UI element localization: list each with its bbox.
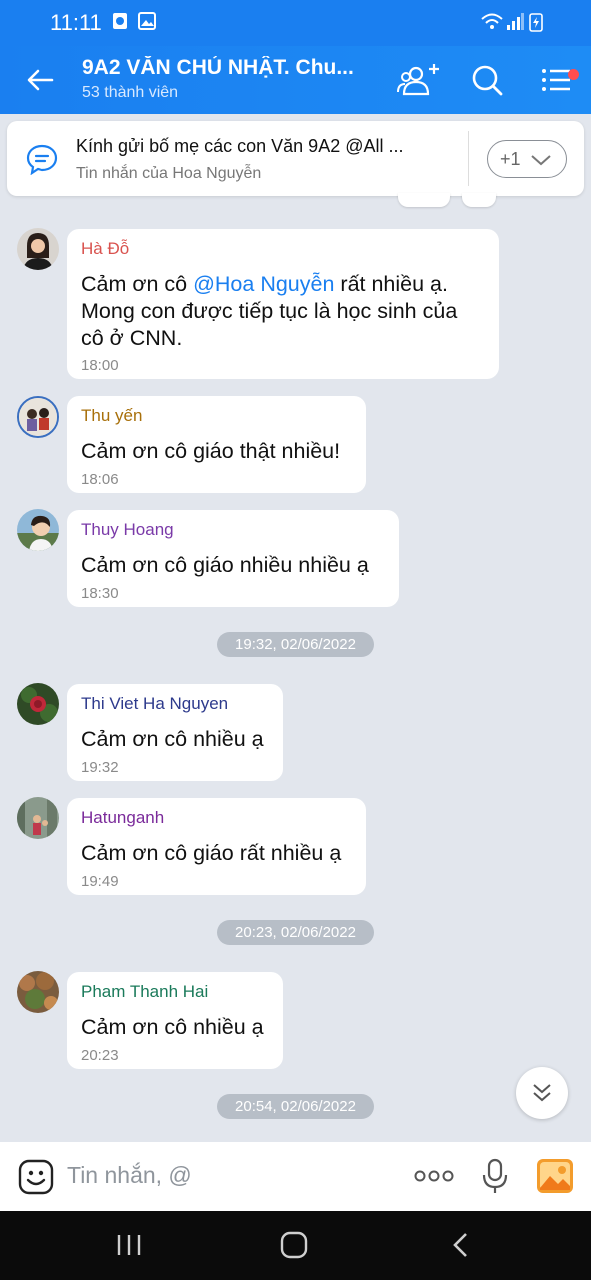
status-time: 11:11	[50, 10, 102, 35]
recent-apps-icon[interactable]	[115, 1231, 143, 1259]
date-separator: 19:32, 02/06/2022	[217, 632, 374, 657]
gallery-notification-icon	[138, 12, 156, 30]
message-text-part: rất nhiều ạ.	[334, 272, 448, 296]
group-title[interactable]: 9A2 VĂN CHỦ NHẬT. Chu...	[82, 56, 367, 80]
date-separator: 20:23, 02/06/2022	[217, 920, 374, 945]
message-bubble[interactable]: Thuy Hoang Cảm ơn cô giáo nhiều nhiều ạ …	[67, 510, 399, 607]
mention-link[interactable]: @Hoa Nguyễn	[193, 272, 334, 296]
avatar-image	[17, 797, 59, 839]
pinned-title: Kính gửi bố mẹ các con Văn 9A2 @All ...	[76, 136, 404, 156]
message-time: 18:30	[81, 585, 119, 602]
message-text: Cảm ơn cô nhiều ạ	[81, 1015, 264, 1039]
message-time: 19:32	[81, 759, 119, 776]
message-input[interactable]: Tin nhắn, @	[67, 1162, 192, 1189]
sender-name[interactable]: Pham Thanh Hai	[81, 982, 208, 1002]
reaction-button[interactable]	[462, 193, 496, 207]
sender-name[interactable]: Hatunganh	[81, 808, 164, 828]
message-text-part: Mong con được tiếp tục là học sinh của	[81, 299, 458, 323]
message-input-bar: Tin nhắn, @	[0, 1142, 591, 1211]
microphone-icon[interactable]	[482, 1158, 508, 1196]
image-gallery-icon[interactable]	[536, 1158, 574, 1194]
message-text: Cảm ơn cô @Hoa Nguyễn rất nhiều ạ. Mong …	[81, 271, 457, 352]
avatar[interactable]	[17, 971, 59, 1013]
message-bubble[interactable]: Thu yến Cảm ơn cô giáo thật nhiều! 18:06	[67, 396, 366, 493]
wifi-icon	[481, 13, 503, 29]
message-bubble[interactable]: Hà Đỗ Cảm ơn cô @Hoa Nguyễn rất nhiều ạ.…	[67, 229, 499, 379]
add-member-icon[interactable]	[396, 60, 440, 100]
more-pinned-count: +1	[500, 149, 521, 169]
date-separator: 20:54, 02/06/2022	[217, 1094, 374, 1119]
divider	[468, 131, 469, 186]
avatar-image	[17, 228, 59, 270]
pinned-subtitle: Tin nhắn của Hoa Nguyễn	[76, 165, 262, 182]
message-text-part: cô ở CNN.	[81, 326, 183, 350]
system-nav-bar	[0, 1211, 591, 1280]
avatar-image	[17, 971, 59, 1013]
menu-icon[interactable]	[536, 60, 580, 100]
sender-name[interactable]: Thi Viet Ha Nguyen	[81, 694, 228, 714]
back-arrow-icon[interactable]	[22, 62, 58, 98]
avatar[interactable]	[17, 228, 59, 270]
member-count: 53 thành viên	[82, 84, 179, 101]
message-text: Cảm ơn cô nhiều ạ	[81, 727, 264, 751]
home-icon[interactable]	[280, 1231, 308, 1259]
message-bubble-icon	[26, 144, 58, 175]
sticker-emoji-icon[interactable]	[18, 1159, 54, 1195]
message-text-part: Cảm ơn cô	[81, 272, 194, 296]
chevron-down-icon	[531, 155, 551, 166]
search-icon[interactable]	[466, 60, 510, 100]
sender-name[interactable]: Hà Đỗ	[81, 239, 129, 259]
avatar[interactable]	[17, 683, 59, 725]
double-chevron-down-icon	[533, 1084, 551, 1102]
battery-charging-icon	[529, 13, 543, 32]
message-text: Cảm ơn cô giáo thật nhiều!	[81, 439, 341, 463]
message-text: Cảm ơn cô giáo nhiều nhiều ạ	[81, 553, 369, 577]
message-time: 18:06	[81, 471, 119, 488]
avatar-image	[17, 509, 59, 551]
message-time: 20:23	[81, 1047, 119, 1064]
avatar[interactable]	[17, 396, 59, 438]
more-options-icon[interactable]	[414, 1169, 454, 1183]
notification-app-icon	[113, 13, 127, 29]
notification-dot	[568, 69, 579, 80]
chat-header: 9A2 VĂN CHỦ NHẬT. Chu... 53 thành viên	[0, 46, 591, 114]
scroll-to-bottom-button[interactable]	[516, 1067, 568, 1119]
avatar[interactable]	[17, 797, 59, 839]
message-bubble[interactable]: Thi Viet Ha Nguyen Cảm ơn cô nhiều ạ 19:…	[67, 684, 283, 781]
avatar-image	[17, 683, 59, 725]
message-bubble[interactable]: Pham Thanh Hai Cảm ơn cô nhiều ạ 20:23	[67, 972, 283, 1069]
avatar[interactable]	[17, 509, 59, 551]
sender-name[interactable]: Thuy Hoang	[81, 520, 174, 540]
message-time: 19:49	[81, 873, 119, 890]
system-back-icon[interactable]	[448, 1231, 476, 1259]
message-time: 18:00	[81, 357, 119, 374]
message-text: Cảm ơn cô giáo rất nhiều ạ	[81, 841, 342, 865]
reaction-badge[interactable]	[398, 193, 450, 207]
message-bubble[interactable]: Hatunganh Cảm ơn cô giáo rất nhiều ạ 19:…	[67, 798, 366, 895]
sender-name[interactable]: Thu yến	[81, 406, 142, 426]
status-bar: 11:11	[0, 0, 591, 46]
avatar-image	[19, 398, 57, 436]
pinned-message[interactable]: Kính gửi bố mẹ các con Văn 9A2 @All ... …	[7, 121, 584, 196]
signal-icon	[507, 13, 524, 30]
more-pinned-button[interactable]: +1	[487, 140, 567, 178]
